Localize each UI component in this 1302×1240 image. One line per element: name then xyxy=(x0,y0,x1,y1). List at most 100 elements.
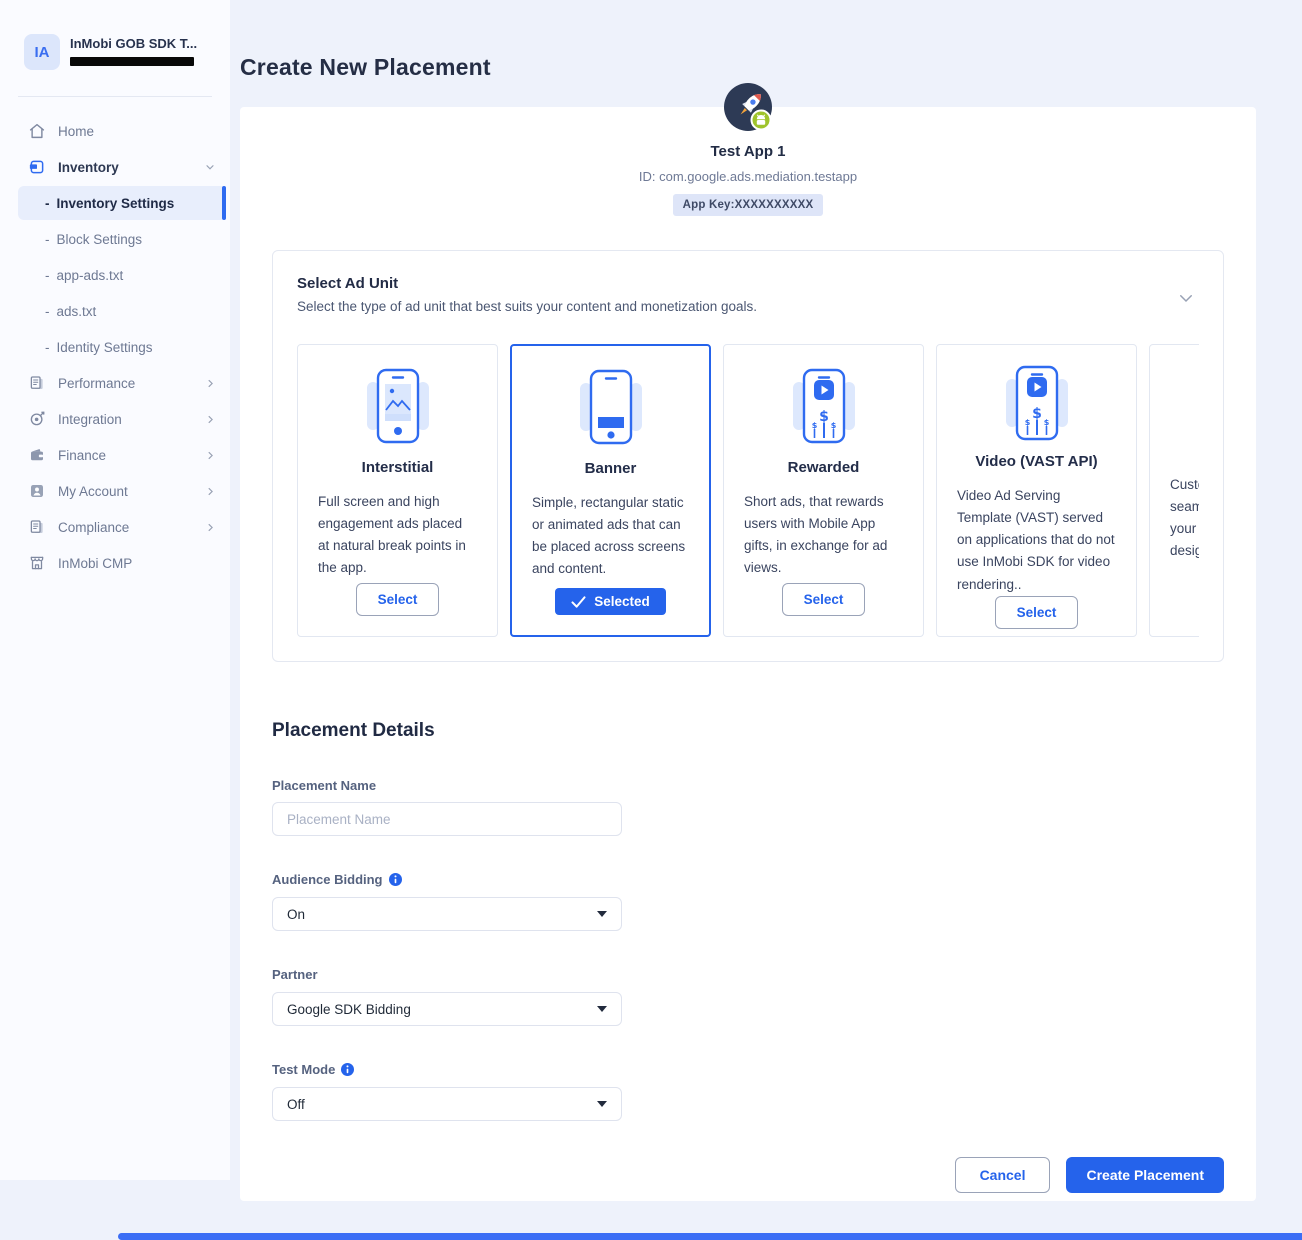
sidebar-item-my-account[interactable]: My Account xyxy=(0,473,230,509)
sidebar-item-label: app-ads.txt xyxy=(57,268,124,283)
chevron-right-icon xyxy=(205,522,216,533)
select-ad-unit-subtitle: Select the type of ad unit that best sui… xyxy=(297,299,1199,314)
banner-phone-icon xyxy=(532,364,689,450)
rewarded-phone-icon: $ $ $ xyxy=(744,363,903,449)
sidebar-item-home[interactable]: Home xyxy=(0,113,230,149)
wallet-icon xyxy=(28,446,46,464)
select-interstitial-button[interactable]: Select xyxy=(356,583,440,616)
sidebar-item-label: ads.txt xyxy=(57,304,97,319)
audience-bidding-field: Audience Bidding On xyxy=(272,872,1224,931)
ad-unit-card-clipped: Custo seam your desig xyxy=(1149,344,1199,637)
caret-down-icon xyxy=(597,1101,607,1107)
sidebar-divider xyxy=(18,96,212,97)
account-name: InMobi GOB SDK T... xyxy=(70,36,197,51)
report-icon xyxy=(28,374,46,392)
clipped-phone-icon xyxy=(1170,363,1199,449)
ad-unit-name: Rewarded xyxy=(744,459,903,476)
chevron-right-icon xyxy=(205,414,216,425)
collapse-chevron-down-icon[interactable] xyxy=(1177,289,1195,312)
chevron-right-icon xyxy=(205,378,216,389)
account-switcher[interactable]: IA InMobi GOB SDK T... xyxy=(0,0,230,70)
audience-bidding-select[interactable]: On xyxy=(272,897,622,931)
main-content: Create New Placement xyxy=(230,0,1302,1240)
sidebar-item-inventory[interactable]: Inventory xyxy=(0,149,230,185)
sidebar: IA InMobi GOB SDK T... Home Inventory xyxy=(0,0,230,1180)
cancel-button[interactable]: Cancel xyxy=(955,1157,1051,1193)
placement-details-section: Placement Details Placement Name Audienc… xyxy=(240,720,1256,1121)
sidebar-item-label: My Account xyxy=(58,484,193,499)
partner-field: Partner Google SDK Bidding xyxy=(272,967,1224,1026)
home-icon xyxy=(28,122,46,140)
svg-text:$: $ xyxy=(1024,418,1030,427)
ad-unit-card-banner: Banner Simple, rectangular static or ani… xyxy=(510,344,711,637)
ad-unit-name: Video (VAST API) xyxy=(957,453,1116,470)
sidebar-nav: Home Inventory - Inventory Settings - Bl… xyxy=(0,107,230,581)
sidebar-item-inventory-settings[interactable]: - Inventory Settings xyxy=(18,186,226,220)
check-icon xyxy=(571,596,586,608)
chevron-right-icon xyxy=(205,486,216,497)
create-placement-button[interactable]: Create Placement xyxy=(1066,1157,1224,1193)
sidebar-item-label: InMobi CMP xyxy=(58,556,216,571)
placement-name-input[interactable] xyxy=(272,802,622,836)
ad-unit-card-video-vast: $ $ $ Video (VAST API) Video Ad Serving … xyxy=(936,344,1137,637)
svg-text:$: $ xyxy=(819,409,829,425)
inventory-icon xyxy=(28,158,46,176)
sidebar-item-identity-settings[interactable]: - Identity Settings xyxy=(0,329,230,365)
chevron-right-icon xyxy=(205,450,216,461)
app-key-badge: App Key:XXXXXXXXXX xyxy=(673,194,824,216)
sidebar-item-label: Performance xyxy=(58,376,193,391)
partner-select[interactable]: Google SDK Bidding xyxy=(272,992,622,1026)
user-icon xyxy=(28,482,46,500)
target-icon xyxy=(28,410,46,428)
select-video-button[interactable]: Select xyxy=(995,596,1079,629)
sidebar-item-label: Block Settings xyxy=(57,232,143,247)
ad-unit-name: Interstitial xyxy=(318,459,477,476)
svg-text:$: $ xyxy=(811,421,817,430)
select-ad-unit-panel: Select Ad Unit Select the type of ad uni… xyxy=(272,250,1224,662)
sidebar-item-compliance[interactable]: Compliance xyxy=(0,509,230,545)
ad-unit-description: Full screen and high engagement ads plac… xyxy=(318,491,477,580)
ad-unit-card-interstitial: Interstitial Full screen and high engage… xyxy=(297,344,498,637)
ad-unit-description: Short ads, that rewards users with Mobil… xyxy=(744,491,903,580)
app-name: Test App 1 xyxy=(240,143,1256,160)
select-rewarded-button[interactable]: Select xyxy=(782,583,866,616)
sidebar-item-label: Home xyxy=(58,124,216,139)
audience-bidding-label: Audience Bidding xyxy=(272,872,383,887)
partner-label: Partner xyxy=(272,967,1224,982)
sidebar-item-label: Finance xyxy=(58,448,193,463)
sidebar-item-label: Compliance xyxy=(58,520,193,535)
horizontal-scrollbar[interactable] xyxy=(118,1233,1302,1240)
info-icon[interactable] xyxy=(389,873,402,886)
test-mode-select[interactable]: Off xyxy=(272,1087,622,1121)
sidebar-item-integration[interactable]: Integration xyxy=(0,401,230,437)
test-mode-field: Test Mode Off xyxy=(272,1062,1224,1121)
ad-unit-name: Banner xyxy=(532,460,689,477)
sidebar-item-label: Identity Settings xyxy=(57,340,153,355)
svg-text:$: $ xyxy=(1032,406,1042,422)
sidebar-item-label: Integration xyxy=(58,412,193,427)
sidebar-item-ads-txt[interactable]: - ads.txt xyxy=(0,293,230,329)
sidebar-item-finance[interactable]: Finance xyxy=(0,437,230,473)
sidebar-item-block-settings[interactable]: - Block Settings xyxy=(0,221,230,257)
sidebar-item-app-ads-txt[interactable]: - app-ads.txt xyxy=(0,257,230,293)
placement-details-title: Placement Details xyxy=(272,720,1224,742)
chevron-down-icon xyxy=(204,161,216,173)
test-mode-label: Test Mode xyxy=(272,1062,335,1077)
create-placement-card: Test App 1 ID: com.google.ads.mediation.… xyxy=(240,107,1256,1201)
select-ad-unit-title: Select Ad Unit xyxy=(297,275,1199,292)
caret-down-icon xyxy=(597,1006,607,1012)
svg-text:$: $ xyxy=(830,421,836,430)
svg-text:$: $ xyxy=(1043,418,1049,427)
sidebar-item-label: Inventory Settings xyxy=(57,196,175,211)
placement-name-field: Placement Name xyxy=(272,778,1224,836)
banner-selected-button[interactable]: Selected xyxy=(555,588,666,615)
sidebar-item-performance[interactable]: Performance xyxy=(0,365,230,401)
ad-unit-card-rewarded: $ $ $ Rewarded Short ads, that rewards u… xyxy=(723,344,924,637)
avatar: IA xyxy=(24,34,60,70)
ad-unit-description: Simple, rectangular static or animated a… xyxy=(532,492,689,581)
interstitial-phone-icon xyxy=(318,363,477,449)
sidebar-item-inmobi-cmp[interactable]: InMobi CMP xyxy=(0,545,230,581)
account-id-redacted xyxy=(70,57,194,66)
info-icon[interactable] xyxy=(341,1063,354,1076)
app-icon xyxy=(724,83,772,131)
